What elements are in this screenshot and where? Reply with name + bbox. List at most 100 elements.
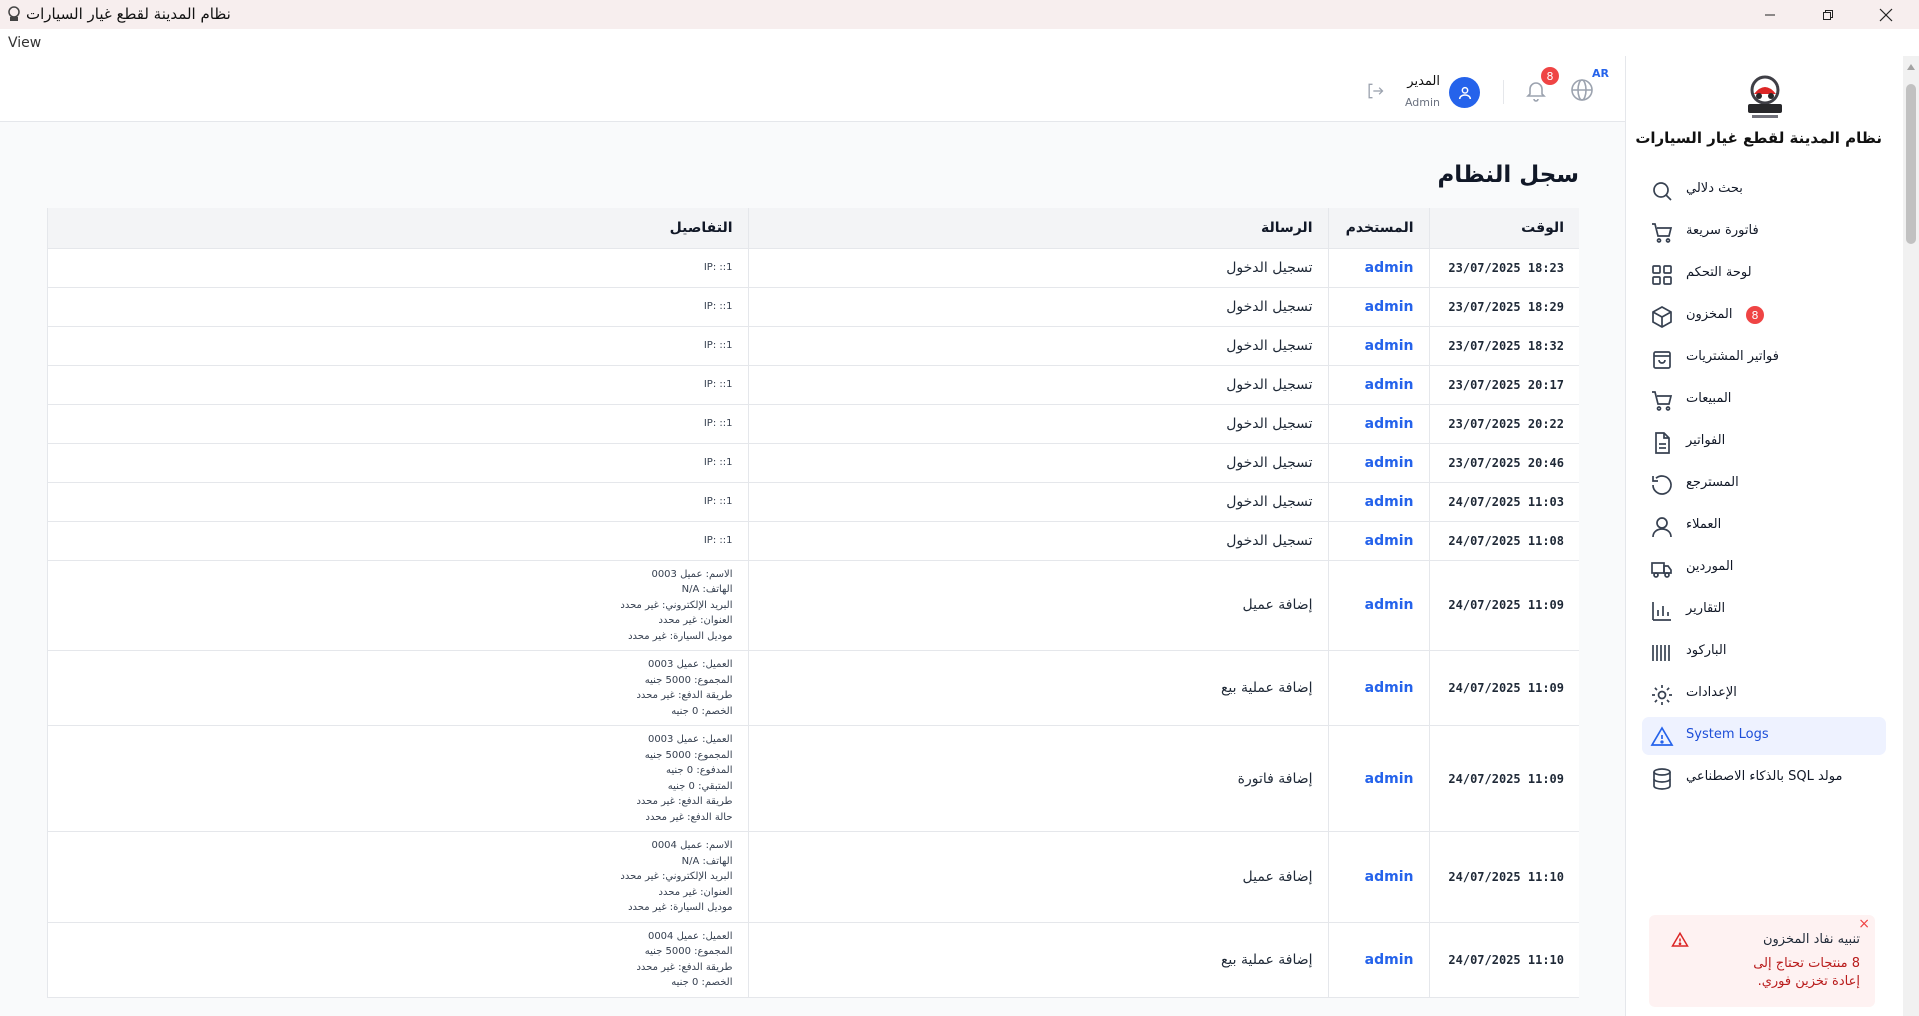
sidebar-item-4[interactable]: فواتير المشتريات (1642, 339, 1886, 377)
menu-bar: View (0, 29, 1919, 56)
log-detail-line: الهاتف: N/A (681, 855, 733, 867)
minimize-button[interactable] (1742, 0, 1798, 29)
log-detail-line: IP: ::1 (703, 534, 733, 546)
toast-body: 8 منتجات تحتاج إلى إعادة تخزين فوري. (1753, 956, 1860, 989)
page-scrollbar[interactable] (1903, 56, 1919, 1016)
user-role: Admin (1404, 96, 1440, 109)
truck-icon (1650, 557, 1674, 581)
sidebar-item-1[interactable]: فاتورة سريعة (1642, 213, 1886, 251)
logout-icon[interactable] (1365, 81, 1385, 101)
sidebar-item-label: فاتورة سريعة (1686, 223, 1759, 238)
sidebar-item-label: المسترجع (1686, 475, 1739, 490)
log-detail-line: الهاتف: N/A (681, 584, 733, 595)
maximize-button[interactable] (1800, 0, 1856, 29)
log-detail-line: الاسم: عميل 0003 (651, 568, 733, 580)
sidebar-item-label: الفواتير (1686, 433, 1726, 448)
sidebar: نظام المدينة لقطع غيار السيارات بحث دلال… (1625, 56, 1903, 1016)
log-time: 24/07/2025 11:09 (1428, 725, 1579, 832)
log-details: IP: ::1 (47, 365, 748, 405)
avatar[interactable] (1449, 77, 1480, 108)
undo-icon (1650, 473, 1674, 497)
log-details: العميل: عميل 0003 المجموع: 5000 جنيه المدف… (47, 725, 748, 832)
sidebar-item-9[interactable]: الموردين (1642, 549, 1886, 587)
log-detail-line: العنوان: غير محدد (658, 886, 733, 898)
sidebar-item-8[interactable]: العملاء (1642, 507, 1886, 545)
log-detail-line: البريد الإلكتروني: غير محدد (620, 871, 733, 882)
table-row: 24/07/2025 11:09 admin إضافة عملية بيع العم… (47, 650, 1579, 726)
log-detail-line: حالة الدفع: غير محدد (645, 811, 733, 823)
log-message: تسجيل الدخول (747, 521, 1328, 561)
log-user: admin (1327, 482, 1429, 522)
gear-icon (1650, 683, 1674, 707)
log-detail-line: IP: ::1 (703, 495, 733, 507)
sidebar-item-label: التقارير (1686, 601, 1726, 616)
table-row: 24/07/2025 11:08 admin تسجيل الدخول IP: ::1 (47, 521, 1579, 561)
toast-close-icon[interactable]: × (1858, 916, 1870, 932)
sidebar-item-14[interactable]: مولد SQL بالذكاء الاصطناعي (1642, 759, 1886, 797)
log-detail-line: العميل: عميل 0004 (647, 930, 733, 942)
document-icon (1650, 431, 1674, 455)
log-message: تسجيل الدخول (747, 248, 1328, 288)
log-time: 23/07/2025 20:22 (1428, 404, 1579, 444)
sidebar-item-12[interactable]: الإعدادات (1642, 675, 1886, 713)
log-time: 23/07/2025 18:32 (1428, 326, 1579, 366)
log-detail-line: الخصم: 0 جنيه (671, 705, 733, 717)
low-stock-toast: × تنبيه نفاد المخزون 8 منتجات تحتاج إلى … (1649, 915, 1875, 1007)
log-detail-line: IP: ::1 (703, 378, 733, 390)
table-row: 24/07/2025 11:03 admin تسجيل الدخول IP: ::1 (47, 482, 1579, 522)
log-user: admin (1327, 404, 1429, 444)
table-row: 23/07/2025 20:22 admin تسجيل الدخول IP: ::1 (47, 404, 1579, 444)
sidebar-item-0[interactable]: بحث دلالي (1642, 171, 1886, 209)
log-user: admin (1327, 365, 1429, 405)
database-icon (1650, 767, 1674, 791)
globe-icon[interactable] (1570, 78, 1596, 104)
column-header-message: الرسالة (747, 208, 1328, 249)
sidebar-item-13[interactable]: System Logs (1642, 717, 1886, 755)
menu-view[interactable]: View (8, 35, 41, 51)
column-header-details: التفاصيل (47, 208, 748, 249)
close-button[interactable] (1858, 0, 1914, 29)
sidebar-item-10[interactable]: التقارير (1642, 591, 1886, 629)
sidebar-item-label: المبيعات (1686, 391, 1732, 406)
sidebar-item-5[interactable]: المبيعات (1642, 381, 1886, 419)
scroll-up-arrow-icon[interactable] (1907, 64, 1915, 70)
sidebar-item-2[interactable]: لوحة التحكم (1642, 255, 1886, 293)
column-header-time: الوقت (1428, 208, 1579, 249)
table-row: 23/07/2025 20:46 admin تسجيل الدخول IP: ::1 (47, 443, 1579, 483)
log-user: admin (1327, 248, 1429, 288)
log-user: admin (1327, 287, 1429, 327)
sidebar-item-6[interactable]: الفواتير (1642, 423, 1886, 461)
sidebar-item-label: فواتير المشتريات (1686, 349, 1779, 364)
table-row: 23/07/2025 18:23 admin تسجيل الدخول IP: ::1 (47, 248, 1579, 288)
log-detail-line: موديل السيارة: غير محدد (628, 630, 733, 642)
log-time: 24/07/2025 11:09 (1428, 650, 1579, 726)
sidebar-item-3[interactable]: المخزون 8 (1642, 297, 1886, 335)
log-time: 24/07/2025 11:10 (1428, 831, 1579, 923)
log-details: IP: ::1 (47, 326, 748, 366)
log-details: IP: ::1 (47, 521, 748, 561)
log-detail-line: طريقة الدفع: غير محدد (636, 796, 733, 807)
sidebar-item-7[interactable]: المسترجع (1642, 465, 1886, 503)
log-detail-line: طريقة الدفع: غير محدد (636, 690, 733, 701)
log-detail-line: البريد الإلكتروني: غير محدد (620, 599, 733, 611)
scrollbar-thumb[interactable] (1906, 84, 1916, 244)
table-header-row: الوقت المستخدم الرسالة التفاصيل (47, 208, 1579, 249)
log-user: admin (1327, 326, 1429, 366)
log-detail-line: IP: ::1 (703, 339, 733, 351)
page-title: سجل النظام (1437, 162, 1579, 188)
sidebar-item-11[interactable]: الباركود (1642, 633, 1886, 671)
main-content: سجل النظام الوقت المستخدم الرسالة التفاص… (0, 122, 1625, 1016)
log-detail-line: IP: ::1 (703, 261, 733, 273)
sidebar-item-label: بحث دلالي (1686, 181, 1743, 196)
barcode-icon (1650, 641, 1674, 665)
toast-title: تنبيه نفاد المخزون (1762, 932, 1860, 947)
log-details: العميل: عميل 0003 المجموع: 5000 جنيه طريقة… (47, 650, 748, 726)
log-message: إضافة عملية بيع (747, 650, 1328, 726)
log-message: تسجيل الدخول (747, 287, 1328, 327)
log-user: admin (1327, 725, 1429, 832)
log-message: إضافة عميل (747, 560, 1328, 651)
app-logo-icon (6, 5, 22, 23)
log-message: تسجيل الدخول (747, 365, 1328, 405)
table-row: 23/07/2025 18:32 admin تسجيل الدخول IP: ::1 (47, 326, 1579, 366)
log-details: الاسم: عميل 0004 الهاتف: N/A البريد الإلكت… (47, 831, 748, 923)
